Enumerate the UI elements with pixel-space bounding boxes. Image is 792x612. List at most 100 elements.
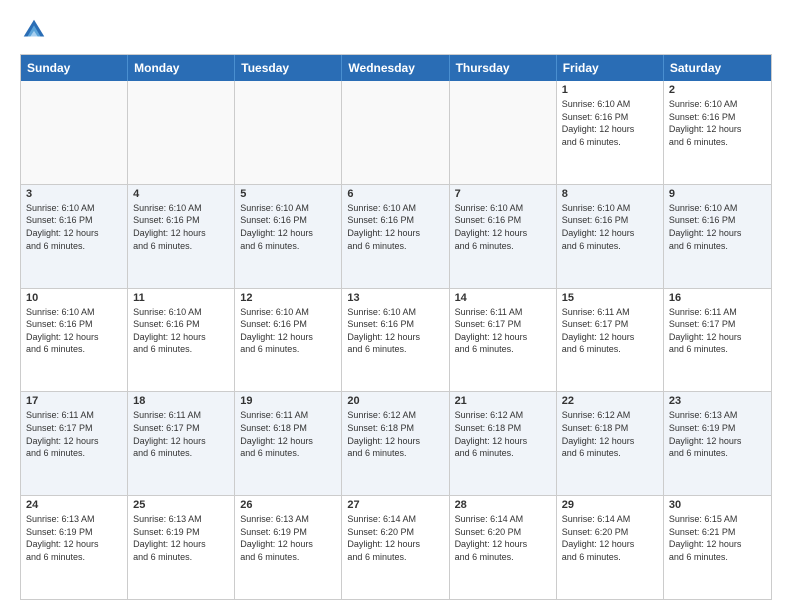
empty-cell xyxy=(128,81,235,184)
day-info: Sunrise: 6:10 AM Sunset: 6:16 PM Dayligh… xyxy=(26,202,122,252)
day-info: Sunrise: 6:10 AM Sunset: 6:16 PM Dayligh… xyxy=(240,202,336,252)
day-info: Sunrise: 6:13 AM Sunset: 6:19 PM Dayligh… xyxy=(240,513,336,563)
day-number: 7 xyxy=(455,188,551,200)
day-info: Sunrise: 6:12 AM Sunset: 6:18 PM Dayligh… xyxy=(347,409,443,459)
day-cell-17: 17 Sunrise: 6:11 AM Sunset: 6:17 PM Dayli… xyxy=(21,392,128,495)
day-info: Sunrise: 6:13 AM Sunset: 6:19 PM Dayligh… xyxy=(133,513,229,563)
day-cell-24: 24 Sunrise: 6:13 AM Sunset: 6:19 PM Dayli… xyxy=(21,496,128,599)
day-number: 20 xyxy=(347,395,443,407)
day-cell-26: 26 Sunrise: 6:13 AM Sunset: 6:19 PM Dayli… xyxy=(235,496,342,599)
day-cell-19: 19Sunrise: 6:11 AM Sunset: 6:18 PM Dayli… xyxy=(235,392,342,495)
day-cell-20: 20 Sunrise: 6:12 AM Sunset: 6:18 PM Dayli… xyxy=(342,392,449,495)
calendar-row-2: 10 Sunrise: 6:10 AM Sunset: 6:16 PM Dayli… xyxy=(21,288,771,392)
day-info: Sunrise: 6:10 AM Sunset: 6:16 PM Dayligh… xyxy=(669,202,766,252)
day-cell-13: 13 Sunrise: 6:10 AM Sunset: 6:16 PM Dayli… xyxy=(342,289,449,392)
day-cell-14: 14 Sunrise: 6:11 AM Sunset: 6:17 PM Dayli… xyxy=(450,289,557,392)
day-number: 1 xyxy=(562,84,658,96)
day-number: 23 xyxy=(669,395,766,407)
day-number: 30 xyxy=(669,499,766,511)
day-number: 13 xyxy=(347,292,443,304)
logo-icon xyxy=(20,16,48,44)
day-number: 6 xyxy=(347,188,443,200)
day-cell-5: 5 Sunrise: 6:10 AM Sunset: 6:16 PM Daylig… xyxy=(235,185,342,288)
day-number: 17 xyxy=(26,395,122,407)
day-cell-8: 8 Sunrise: 6:10 AM Sunset: 6:16 PM Daylig… xyxy=(557,185,664,288)
day-cell-18: 18 Sunrise: 6:11 AM Sunset: 6:17 PM Dayli… xyxy=(128,392,235,495)
day-info: Sunrise: 6:14 AM Sunset: 6:20 PM Dayligh… xyxy=(347,513,443,563)
day-cell-7: 7 Sunrise: 6:10 AM Sunset: 6:16 PM Daylig… xyxy=(450,185,557,288)
header xyxy=(20,16,772,44)
day-cell-16: 16Sunrise: 6:11 AM Sunset: 6:17 PM Dayli… xyxy=(664,289,771,392)
day-number: 5 xyxy=(240,188,336,200)
calendar-header: SundayMondayTuesdayWednesdayThursdayFrid… xyxy=(21,55,771,81)
day-number: 25 xyxy=(133,499,229,511)
day-number: 28 xyxy=(455,499,551,511)
day-info: Sunrise: 6:11 AM Sunset: 6:17 PM Dayligh… xyxy=(133,409,229,459)
header-day-friday: Friday xyxy=(557,55,664,81)
calendar-row-3: 17 Sunrise: 6:11 AM Sunset: 6:17 PM Dayli… xyxy=(21,391,771,495)
day-number: 29 xyxy=(562,499,658,511)
day-info: Sunrise: 6:10 AM Sunset: 6:16 PM Dayligh… xyxy=(347,306,443,356)
day-number: 24 xyxy=(26,499,122,511)
day-info: Sunrise: 6:10 AM Sunset: 6:16 PM Dayligh… xyxy=(347,202,443,252)
day-number: 26 xyxy=(240,499,336,511)
calendar-row-0: 1 Sunrise: 6:10 AM Sunset: 6:16 PM Daylig… xyxy=(21,81,771,184)
day-info: Sunrise: 6:10 AM Sunset: 6:16 PM Dayligh… xyxy=(562,98,658,148)
day-info: Sunrise: 6:10 AM Sunset: 6:16 PM Dayligh… xyxy=(133,306,229,356)
header-day-saturday: Saturday xyxy=(664,55,771,81)
calendar-body: 1 Sunrise: 6:10 AM Sunset: 6:16 PM Daylig… xyxy=(21,81,771,599)
day-cell-28: 28Sunrise: 6:14 AM Sunset: 6:20 PM Dayli… xyxy=(450,496,557,599)
day-number: 11 xyxy=(133,292,229,304)
day-info: Sunrise: 6:11 AM Sunset: 6:18 PM Dayligh… xyxy=(240,409,336,459)
logo xyxy=(20,16,52,44)
header-day-thursday: Thursday xyxy=(450,55,557,81)
day-number: 18 xyxy=(133,395,229,407)
day-cell-29: 29 Sunrise: 6:14 AM Sunset: 6:20 PM Dayli… xyxy=(557,496,664,599)
day-cell-1: 1 Sunrise: 6:10 AM Sunset: 6:16 PM Daylig… xyxy=(557,81,664,184)
day-info: Sunrise: 6:10 AM Sunset: 6:16 PM Dayligh… xyxy=(240,306,336,356)
day-number: 10 xyxy=(26,292,122,304)
header-day-wednesday: Wednesday xyxy=(342,55,449,81)
calendar: SundayMondayTuesdayWednesdayThursdayFrid… xyxy=(20,54,772,600)
empty-cell xyxy=(342,81,449,184)
empty-cell xyxy=(450,81,557,184)
day-info: Sunrise: 6:15 AM Sunset: 6:21 PM Dayligh… xyxy=(669,513,766,563)
calendar-row-4: 24 Sunrise: 6:13 AM Sunset: 6:19 PM Dayli… xyxy=(21,495,771,599)
day-info: Sunrise: 6:13 AM Sunset: 6:19 PM Dayligh… xyxy=(26,513,122,563)
day-number: 2 xyxy=(669,84,766,96)
day-number: 8 xyxy=(562,188,658,200)
day-info: Sunrise: 6:10 AM Sunset: 6:16 PM Dayligh… xyxy=(562,202,658,252)
day-number: 27 xyxy=(347,499,443,511)
day-cell-4: 4Sunrise: 6:10 AM Sunset: 6:16 PM Daylig… xyxy=(128,185,235,288)
day-number: 14 xyxy=(455,292,551,304)
day-info: Sunrise: 6:11 AM Sunset: 6:17 PM Dayligh… xyxy=(455,306,551,356)
day-number: 12 xyxy=(240,292,336,304)
day-cell-11: 11 Sunrise: 6:10 AM Sunset: 6:16 PM Dayli… xyxy=(128,289,235,392)
day-info: Sunrise: 6:12 AM Sunset: 6:18 PM Dayligh… xyxy=(455,409,551,459)
empty-cell xyxy=(21,81,128,184)
day-info: Sunrise: 6:10 AM Sunset: 6:16 PM Dayligh… xyxy=(669,98,766,148)
day-info: Sunrise: 6:11 AM Sunset: 6:17 PM Dayligh… xyxy=(562,306,658,356)
header-day-tuesday: Tuesday xyxy=(235,55,342,81)
day-info: Sunrise: 6:13 AM Sunset: 6:19 PM Dayligh… xyxy=(669,409,766,459)
day-info: Sunrise: 6:10 AM Sunset: 6:16 PM Dayligh… xyxy=(455,202,551,252)
day-cell-25: 25 Sunrise: 6:13 AM Sunset: 6:19 PM Dayli… xyxy=(128,496,235,599)
day-cell-6: 6 Sunrise: 6:10 AM Sunset: 6:16 PM Daylig… xyxy=(342,185,449,288)
day-cell-2: 2 Sunrise: 6:10 AM Sunset: 6:16 PM Daylig… xyxy=(664,81,771,184)
day-number: 3 xyxy=(26,188,122,200)
day-number: 15 xyxy=(562,292,658,304)
day-info: Sunrise: 6:14 AM Sunset: 6:20 PM Dayligh… xyxy=(562,513,658,563)
day-cell-3: 3 Sunrise: 6:10 AM Sunset: 6:16 PM Daylig… xyxy=(21,185,128,288)
day-number: 21 xyxy=(455,395,551,407)
day-cell-30: 30 Sunrise: 6:15 AM Sunset: 6:21 PM Dayli… xyxy=(664,496,771,599)
calendar-row-1: 3 Sunrise: 6:10 AM Sunset: 6:16 PM Daylig… xyxy=(21,184,771,288)
header-day-monday: Monday xyxy=(128,55,235,81)
day-cell-23: 23 Sunrise: 6:13 AM Sunset: 6:19 PM Dayli… xyxy=(664,392,771,495)
day-cell-21: 21 Sunrise: 6:12 AM Sunset: 6:18 PM Dayli… xyxy=(450,392,557,495)
day-cell-27: 27 Sunrise: 6:14 AM Sunset: 6:20 PM Dayli… xyxy=(342,496,449,599)
page: SundayMondayTuesdayWednesdayThursdayFrid… xyxy=(0,0,792,612)
day-cell-22: 22Sunrise: 6:12 AM Sunset: 6:18 PM Dayli… xyxy=(557,392,664,495)
day-cell-15: 15 Sunrise: 6:11 AM Sunset: 6:17 PM Dayli… xyxy=(557,289,664,392)
day-info: Sunrise: 6:10 AM Sunset: 6:16 PM Dayligh… xyxy=(26,306,122,356)
day-info: Sunrise: 6:11 AM Sunset: 6:17 PM Dayligh… xyxy=(26,409,122,459)
